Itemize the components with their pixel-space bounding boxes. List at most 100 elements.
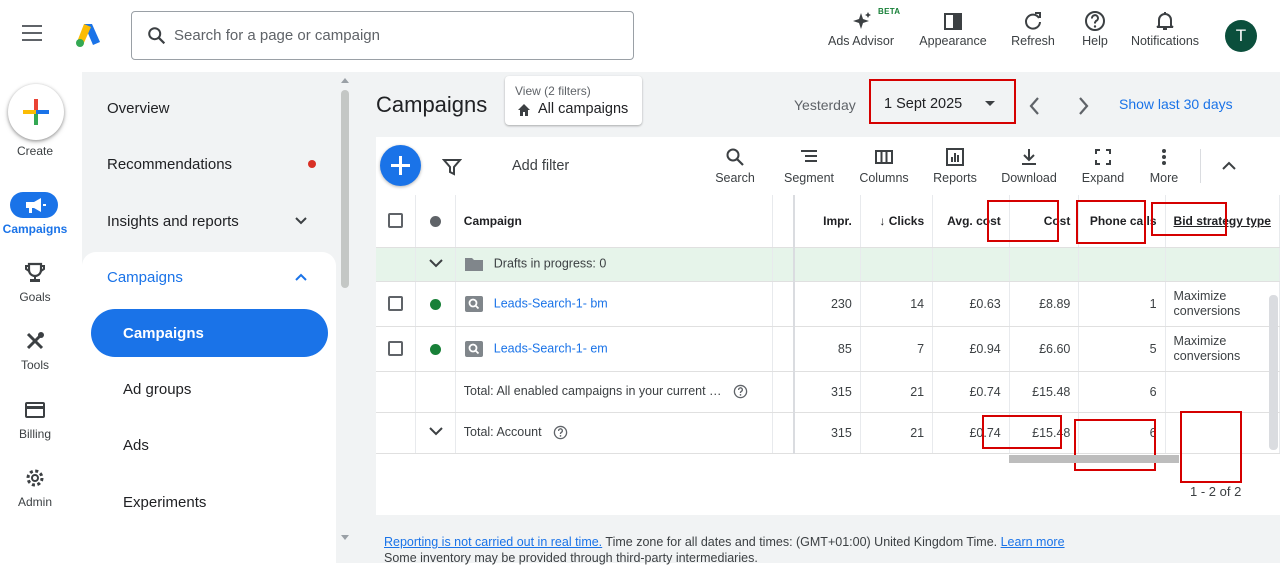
rail-tools-label[interactable]: Tools <box>0 358 70 372</box>
table-row[interactable]: Leads-Search-1- em 85 7 £0.94 £6.60 5 Ma… <box>376 326 1280 372</box>
create-label: Create <box>16 144 54 158</box>
header-clicks[interactable]: ↓ Clicks <box>860 195 934 248</box>
total-enabled-label: Total: All enabled campaigns in your cur… <box>463 383 722 398</box>
create-button[interactable] <box>8 84 64 140</box>
notifications-button[interactable]: Notifications <box>1125 10 1205 58</box>
cell-clicks: 14 <box>860 281 934 327</box>
show-last-30-days-link[interactable]: Show last 30 days <box>1119 96 1233 112</box>
rail-billing-label[interactable]: Billing <box>0 427 70 441</box>
table-row[interactable]: Leads-Search-1- bm 230 14 £0.63 £8.89 1 … <box>376 281 1280 327</box>
header-impr[interactable]: Impr. <box>794 195 861 248</box>
nav-sub-ad-groups[interactable]: Ad groups <box>123 381 191 398</box>
horizontal-scrollbar[interactable] <box>1009 455 1179 463</box>
header-avg-cost[interactable]: Avg. cost <box>932 195 1010 248</box>
nav-scrollbar[interactable] <box>341 90 349 288</box>
header-campaign[interactable]: Campaign <box>455 195 773 248</box>
toolbar-download-button[interactable]: Download <box>999 147 1059 185</box>
toolbar-columns-button[interactable]: Columns <box>856 147 912 185</box>
header-cost[interactable]: Cost <box>1009 195 1080 248</box>
toolbar-reports-button[interactable]: Reports <box>931 147 979 185</box>
trophy-icon[interactable] <box>23 261 47 285</box>
collapse-chevron-up-icon[interactable] <box>1220 157 1238 175</box>
enabled-status-dot[interactable] <box>430 343 442 355</box>
home-icon <box>518 104 530 116</box>
view-filter-label: View (2 filters) <box>515 84 591 98</box>
chevron-down-icon[interactable] <box>428 257 444 269</box>
ads-advisor-label: Ads Advisor <box>827 34 894 48</box>
tools-icon[interactable] <box>23 329 47 353</box>
rail-admin-label[interactable]: Admin <box>0 495 70 509</box>
header-phone-calls[interactable]: Phone calls <box>1078 195 1166 248</box>
nav-recommendations[interactable]: Recommendations <box>107 156 232 173</box>
cell-avg-cost: £0.63 <box>932 281 1010 327</box>
row-checkbox[interactable] <box>388 296 404 312</box>
cell-bid-strategy[interactable]: Maximize conversions <box>1165 326 1280 372</box>
toolbar-segment-button[interactable]: Segment <box>780 147 838 185</box>
columns-icon <box>875 150 893 164</box>
main-content: Campaigns View (2 filters) All campaigns… <box>352 72 1280 565</box>
cell-phone-calls: 5 <box>1078 326 1166 372</box>
help-icon[interactable] <box>733 384 748 399</box>
gear-icon[interactable] <box>23 466 47 490</box>
toolbar-more-button[interactable]: More <box>1146 147 1182 185</box>
toolbar-segment-label: Segment <box>783 171 835 185</box>
toolbar-expand-button[interactable]: Expand <box>1079 147 1127 185</box>
rail-goals-label[interactable]: Goals <box>0 290 70 304</box>
header-spacer <box>772 195 796 248</box>
beta-badge: BETA <box>878 7 901 16</box>
add-filter-button[interactable]: Add filter <box>512 158 569 174</box>
drafts-row[interactable]: Drafts in progress: 0 <box>376 247 1280 282</box>
date-picker[interactable]: 1 Sept 2025 <box>870 80 1016 125</box>
avatar[interactable]: T <box>1225 20 1257 52</box>
nav-sub-ads[interactable]: Ads <box>123 437 149 454</box>
navigation-panel: Overview Recommendations Insights and re… <box>82 72 352 563</box>
total-account-impr: 315 <box>794 412 861 454</box>
menu-icon[interactable] <box>22 25 46 45</box>
nav-sub-experiments[interactable]: Experiments <box>123 494 206 511</box>
drafts-label: Drafts in progress: 0 <box>493 256 607 271</box>
chevron-left-icon[interactable] <box>1023 94 1047 118</box>
notifications-label: Notifications <box>1130 34 1200 48</box>
campaign-name-link[interactable]: Leads-Search-1- bm <box>494 296 608 310</box>
row-checkbox[interactable] <box>388 341 404 357</box>
search-icon <box>148 27 166 45</box>
help-button[interactable]: Help <box>1075 10 1115 58</box>
cell-cost: £6.60 <box>1009 326 1080 372</box>
header-bid-strategy-type[interactable]: Bid strategy type <box>1165 195 1280 248</box>
rail-campaigns-label[interactable]: Campaigns <box>0 222 70 236</box>
chevron-right-icon[interactable] <box>1071 94 1095 118</box>
nav-campaigns-section[interactable]: Campaigns <box>107 269 183 286</box>
search-input[interactable] <box>174 12 614 59</box>
nav-overview[interactable]: Overview <box>107 100 170 117</box>
scroll-up-icon[interactable] <box>340 76 350 84</box>
learn-more-link[interactable]: Learn more <box>1001 535 1065 549</box>
refresh-button[interactable]: Refresh <box>1006 10 1060 58</box>
toolbar-search-button[interactable]: Search <box>712 147 758 185</box>
chevron-down-icon[interactable] <box>428 425 444 437</box>
vertical-scrollbar[interactable] <box>1269 295 1278 450</box>
expand-icon <box>1095 149 1111 165</box>
status-header-icon <box>430 216 442 228</box>
ads-advisor-button[interactable]: Ads Advisor <box>824 10 898 58</box>
sort-arrow-down-icon: ↓ <box>879 213 889 228</box>
chevron-up-icon[interactable] <box>293 269 309 285</box>
scroll-down-icon[interactable] <box>340 534 350 542</box>
filter-icon[interactable] <box>442 157 462 177</box>
cell-bid-strategy[interactable]: Maximize conversions <box>1165 281 1280 327</box>
enabled-status-dot[interactable] <box>430 298 442 310</box>
search-box[interactable] <box>131 11 634 60</box>
select-all-checkbox[interactable] <box>388 213 404 229</box>
nav-insights-reports[interactable]: Insights and reports <box>107 213 239 230</box>
view-filter-selector[interactable]: View (2 filters) All campaigns <box>505 76 642 125</box>
reporting-link[interactable]: Reporting is not carried out in real tim… <box>384 535 602 549</box>
campaigns-rail-button[interactable] <box>10 192 58 218</box>
reports-icon <box>946 148 964 166</box>
chevron-down-icon[interactable] <box>293 213 309 229</box>
billing-icon[interactable] <box>23 398 47 422</box>
appearance-button[interactable]: Appearance <box>915 10 991 58</box>
add-campaign-button[interactable] <box>380 145 421 186</box>
campaign-name-link[interactable]: Leads-Search-1- em <box>494 341 608 355</box>
help-icon[interactable] <box>553 425 568 440</box>
nav-sub-campaigns[interactable]: Campaigns <box>123 325 204 342</box>
total-enabled-cost: £15.48 <box>1009 371 1080 413</box>
